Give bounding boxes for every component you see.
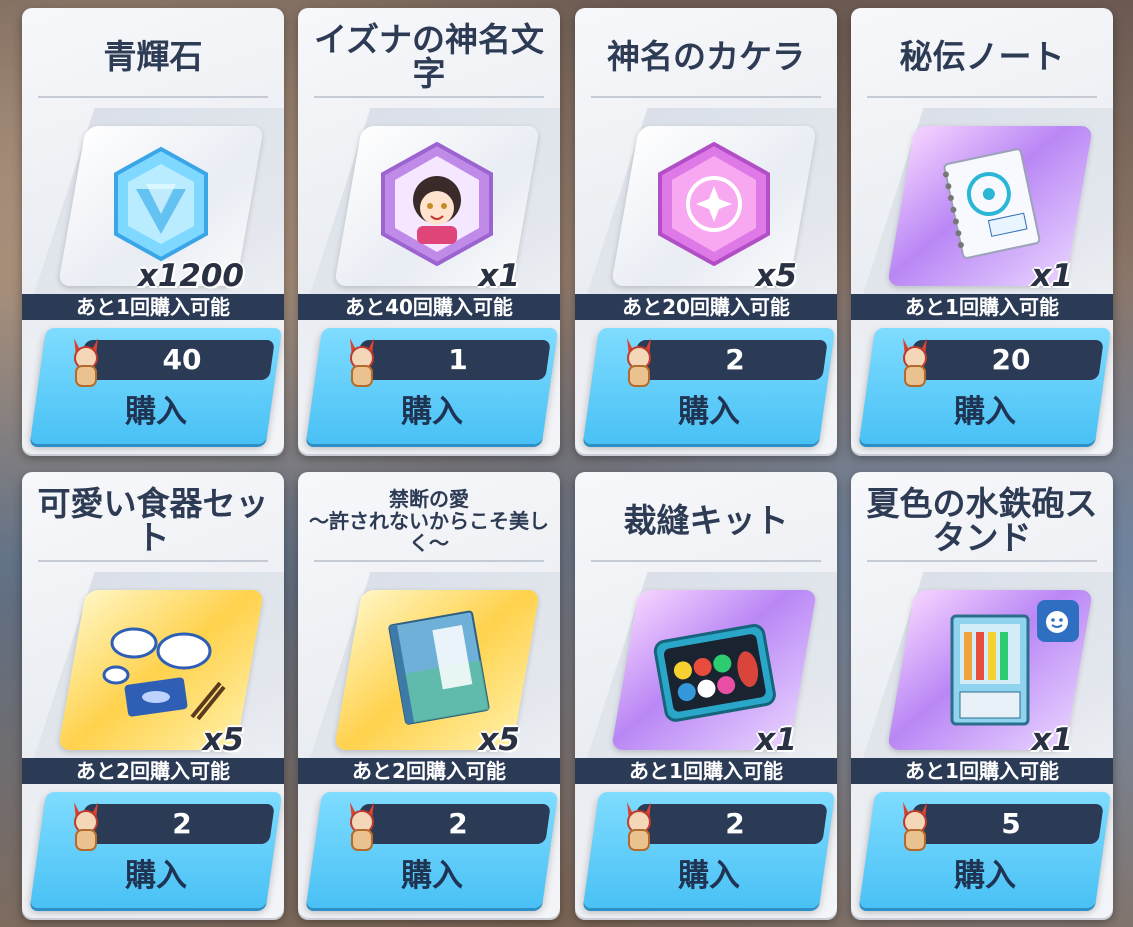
purchase-limit: あと1回購入可能 [575, 758, 837, 784]
divider [591, 560, 821, 562]
shop-item-card[interactable]: 夏色の水鉄砲スタンド x1 あと1回購入可能 5 購入 [851, 472, 1113, 918]
character-eleph-icon [377, 141, 497, 270]
water-gun-stand-icon [930, 608, 1050, 732]
purchase-limit: あと2回購入可能 [22, 758, 284, 784]
divider [314, 96, 544, 98]
divider [867, 96, 1097, 98]
divider [867, 560, 1097, 562]
notebook-icon [935, 144, 1045, 268]
item-quantity: x1200 [137, 258, 244, 294]
buy-label[interactable]: 購入 [591, 850, 827, 902]
shop-item-card[interactable]: 神名のカケラ x5 あと20回購入可能 2 購入 [575, 8, 837, 454]
item-name: 秘伝ノート [899, 37, 1065, 76]
price-value: 1 [448, 343, 468, 376]
price-value: 2 [448, 807, 468, 840]
purchase-limit: あと2回購入可能 [298, 758, 560, 784]
buy-label[interactable]: 購入 [591, 386, 827, 438]
price-value: 2 [172, 807, 192, 840]
buy-label[interactable]: 購入 [314, 386, 550, 438]
buy-label[interactable]: 購入 [867, 850, 1103, 902]
divider [38, 96, 268, 98]
item-name: 夏色の水鉄砲スタンド [866, 484, 1098, 557]
item-name: イズナの神名文字 [313, 20, 544, 93]
purchase-limit: あと1回購入可能 [22, 294, 284, 320]
purchase-limit: あと1回購入可能 [851, 294, 1113, 320]
item-quantity: x1 [1031, 258, 1073, 294]
divider [591, 96, 821, 98]
price-value: 5 [1001, 807, 1021, 840]
item-name: 神名のカケラ [607, 37, 805, 76]
sewing-kit-icon [649, 613, 779, 727]
divider [38, 560, 268, 562]
divider [314, 560, 544, 562]
star-fragment-icon [654, 141, 774, 270]
price-value: 2 [725, 807, 745, 840]
item-quantity: x5 [478, 722, 520, 758]
shop-item-card[interactable]: 可愛い食器セット x5 あと2回購入可能 2 購入 [22, 472, 284, 918]
blue-gem-icon [106, 144, 216, 268]
tableware-icon [96, 613, 226, 727]
buy-label[interactable]: 購入 [38, 386, 274, 438]
shop-item-card[interactable]: 裁縫キット x1 あと1回購入可能 2 購入 [575, 472, 837, 918]
purchase-limit: あと20回購入可能 [575, 294, 837, 320]
interaction-badge-icon [1037, 600, 1079, 642]
purchase-limit: あと40回購入可能 [298, 294, 560, 320]
item-quantity: x1 [478, 258, 520, 294]
item-name: 裁縫キット [623, 501, 789, 540]
item-name: 可愛い食器セット [37, 484, 269, 557]
shop-item-card[interactable]: 青輝石 x1200 あと1回購入可能 40 購入 [22, 8, 284, 454]
item-quantity: x1 [1031, 722, 1073, 758]
item-name: 禁断の愛 ～許されないからこそ美しく～ [309, 487, 549, 555]
buy-label[interactable]: 購入 [38, 850, 274, 902]
item-quantity: x5 [202, 722, 244, 758]
buy-label[interactable]: 購入 [867, 386, 1103, 438]
item-quantity: x5 [755, 258, 797, 294]
price-value: 20 [991, 343, 1031, 376]
shop-item-card[interactable]: 秘伝ノート x1 あと1回購入可能 20 購入 [851, 8, 1113, 454]
shop-item-card[interactable]: 禁断の愛 ～許されないからこそ美しく～ x5 あと2回購入可能 2 購入 [298, 472, 560, 918]
buy-label[interactable]: 購入 [314, 850, 550, 902]
shop-item-card[interactable]: イズナの神名文字 x1 あと40回購入可能 1 購入 [298, 8, 560, 454]
item-quantity: x1 [755, 722, 797, 758]
purchase-limit: あと1回購入可能 [851, 758, 1113, 784]
price-value: 2 [725, 343, 745, 376]
price-value: 40 [162, 343, 202, 376]
book-icon [377, 608, 497, 732]
item-name: 青輝石 [103, 37, 203, 76]
